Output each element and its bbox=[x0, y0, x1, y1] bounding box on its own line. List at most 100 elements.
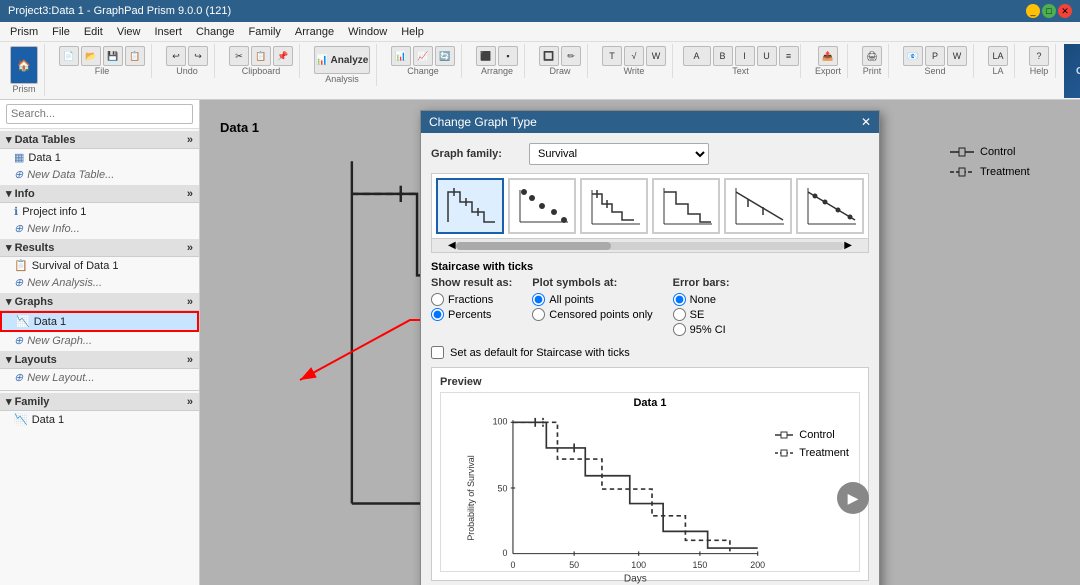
scrollbar-track[interactable] bbox=[456, 242, 845, 250]
maximize-button[interactable]: □ bbox=[1042, 4, 1056, 18]
sidebar-item-family-data1[interactable]: 📉 Data 1 bbox=[0, 411, 199, 428]
save-file-btn[interactable]: 💾 bbox=[103, 46, 123, 66]
search-input[interactable] bbox=[6, 104, 193, 124]
graph-type-thumb-1[interactable] bbox=[436, 178, 504, 234]
radio-censored-only[interactable]: Censored points only bbox=[532, 308, 652, 321]
export-btn[interactable]: 📤 bbox=[818, 46, 838, 66]
write-btn3[interactable]: W bbox=[646, 46, 666, 66]
sidebar-item-survival[interactable]: 📋 Survival of Data 1 bbox=[0, 257, 199, 274]
preview-legend-control: Control bbox=[775, 429, 849, 441]
graph-type-thumb-3[interactable] bbox=[580, 178, 648, 234]
radio-none-input[interactable] bbox=[673, 293, 686, 306]
graph-type-thumb-6[interactable] bbox=[796, 178, 864, 234]
menu-family[interactable]: Family bbox=[243, 25, 287, 39]
radio-percents[interactable]: Percents bbox=[431, 308, 512, 321]
prism-home-btn[interactable]: 🏠 bbox=[10, 46, 38, 84]
scroll-right-btn[interactable]: ▶ bbox=[844, 240, 852, 251]
sidebar-item-project-info[interactable]: ℹ Project info 1 bbox=[0, 203, 199, 220]
save-as-btn[interactable]: 📋 bbox=[125, 46, 145, 66]
sidebar-item-data1[interactable]: ▦ Data 1 bbox=[0, 149, 199, 166]
paste-btn[interactable]: 📌 bbox=[273, 46, 293, 66]
ppt-btn[interactable]: P bbox=[925, 46, 945, 66]
radio-censored-only-input[interactable] bbox=[532, 308, 545, 321]
radio-se-input[interactable] bbox=[673, 308, 686, 321]
menu-insert[interactable]: Insert bbox=[148, 25, 188, 39]
radio-fractions-input[interactable] bbox=[431, 293, 444, 306]
text-italic-btn[interactable]: I bbox=[735, 46, 755, 66]
radio-se[interactable]: SE bbox=[673, 308, 730, 321]
open-file-btn[interactable]: 📂 bbox=[81, 46, 101, 66]
text-size-btn[interactable]: A bbox=[683, 46, 711, 66]
help-btn[interactable]: ? bbox=[1029, 46, 1049, 66]
sidebar-section-family[interactable]: ▾ Family » bbox=[0, 393, 199, 411]
svg-text:200: 200 bbox=[750, 560, 765, 570]
sidebar-section-data-tables[interactable]: ▾ Data Tables » bbox=[0, 131, 199, 149]
sidebar-item-new-data-table[interactable]: ⊕ New Data Table... bbox=[0, 166, 199, 183]
menu-arrange[interactable]: Arrange bbox=[289, 25, 340, 39]
write-btn2[interactable]: √ bbox=[624, 46, 644, 66]
draw-btn2[interactable]: ✏ bbox=[561, 46, 581, 66]
svg-text:50: 50 bbox=[498, 483, 508, 493]
arrange-btn1[interactable]: ⬛ bbox=[476, 46, 496, 66]
analyze-btn[interactable]: 📊 Analyze bbox=[314, 46, 370, 74]
write-btn1[interactable]: T bbox=[602, 46, 622, 66]
change-btn2[interactable]: 📈 bbox=[413, 46, 433, 66]
section-arrows-layouts: » bbox=[187, 354, 193, 366]
send-btn[interactable]: 📧 bbox=[903, 46, 923, 66]
graph-type-thumb-2[interactable] bbox=[508, 178, 576, 234]
menu-view[interactable]: View bbox=[111, 25, 147, 39]
scrollbar-thumb[interactable] bbox=[456, 242, 611, 250]
play-button[interactable]: ▶ bbox=[837, 482, 869, 514]
cut-btn[interactable]: ✂ bbox=[229, 46, 249, 66]
change-btn3[interactable]: 🔄 bbox=[435, 46, 455, 66]
redo-btn[interactable]: ↪ bbox=[188, 46, 208, 66]
modal-close-button[interactable]: ✕ bbox=[861, 115, 871, 129]
radio-all-points-input[interactable] bbox=[532, 293, 545, 306]
sidebar-item-new-info[interactable]: ⊕ New Info... bbox=[0, 220, 199, 237]
menu-change[interactable]: Change bbox=[190, 25, 241, 39]
text-underline-btn[interactable]: U bbox=[757, 46, 777, 66]
draw-btn1[interactable]: 🔲 bbox=[539, 46, 559, 66]
menu-edit[interactable]: Edit bbox=[78, 25, 109, 39]
sidebar-section-info[interactable]: ▾ Info » bbox=[0, 185, 199, 203]
word-btn[interactable]: W bbox=[947, 46, 967, 66]
radio-percents-input[interactable] bbox=[431, 308, 444, 321]
sidebar-item-new-layout[interactable]: ⊕ New Layout... bbox=[0, 369, 199, 386]
menu-file[interactable]: File bbox=[46, 25, 76, 39]
sidebar-section-results[interactable]: ▾ Results » bbox=[0, 239, 199, 257]
radio-all-points[interactable]: All points bbox=[532, 293, 652, 306]
graph-type-thumb-4[interactable] bbox=[652, 178, 720, 234]
menu-help[interactable]: Help bbox=[395, 25, 430, 39]
default-checkbox[interactable] bbox=[431, 346, 444, 359]
sidebar-section-layouts[interactable]: ▾ Layouts » bbox=[0, 351, 199, 369]
sidebar-item-new-analysis[interactable]: ⊕ New Analysis... bbox=[0, 274, 199, 291]
radio-none[interactable]: None bbox=[673, 293, 730, 306]
radio-ci95[interactable]: 95% CI bbox=[673, 323, 730, 336]
print-btn[interactable]: 🖨 bbox=[862, 46, 882, 66]
sidebar-item-graph-data1[interactable]: 📉 Data 1 bbox=[0, 311, 199, 332]
text-bold-btn[interactable]: B bbox=[713, 46, 733, 66]
graph-family-select[interactable]: Survival XY Column Grouped Parts of whol… bbox=[529, 143, 709, 165]
graph-type-selector: ◀ ▶ bbox=[431, 173, 869, 253]
graph-type-thumb-5[interactable] bbox=[724, 178, 792, 234]
la-btn[interactable]: LA bbox=[988, 46, 1008, 66]
preview-legend-treatment-line bbox=[775, 448, 793, 458]
new-file-btn[interactable]: 📄 bbox=[59, 46, 79, 66]
toolbar-label-prism: Prism bbox=[13, 84, 36, 94]
menu-prism[interactable]: Prism bbox=[4, 25, 44, 39]
copy-btn[interactable]: 📋 bbox=[251, 46, 271, 66]
sidebar-item-new-graph[interactable]: ⊕ New Graph... bbox=[0, 332, 199, 349]
undo-btn[interactable]: ↩ bbox=[166, 46, 186, 66]
close-button[interactable]: ✕ bbox=[1058, 4, 1072, 18]
radio-fractions[interactable]: Fractions bbox=[431, 293, 512, 306]
sidebar-section-graphs[interactable]: ▾ Graphs » bbox=[0, 293, 199, 311]
thumb-svg-4 bbox=[656, 182, 716, 230]
scroll-left-btn[interactable]: ◀ bbox=[448, 240, 456, 251]
minimize-button[interactable]: _ bbox=[1026, 4, 1040, 18]
change-btn1[interactable]: 📊 bbox=[391, 46, 411, 66]
arrange-btn2[interactable]: ▪ bbox=[498, 46, 518, 66]
graph-type-scrollbar[interactable]: ◀ ▶ bbox=[432, 238, 868, 252]
menu-window[interactable]: Window bbox=[342, 25, 393, 39]
radio-ci95-input[interactable] bbox=[673, 323, 686, 336]
text-align-btn[interactable]: ≡ bbox=[779, 46, 799, 66]
